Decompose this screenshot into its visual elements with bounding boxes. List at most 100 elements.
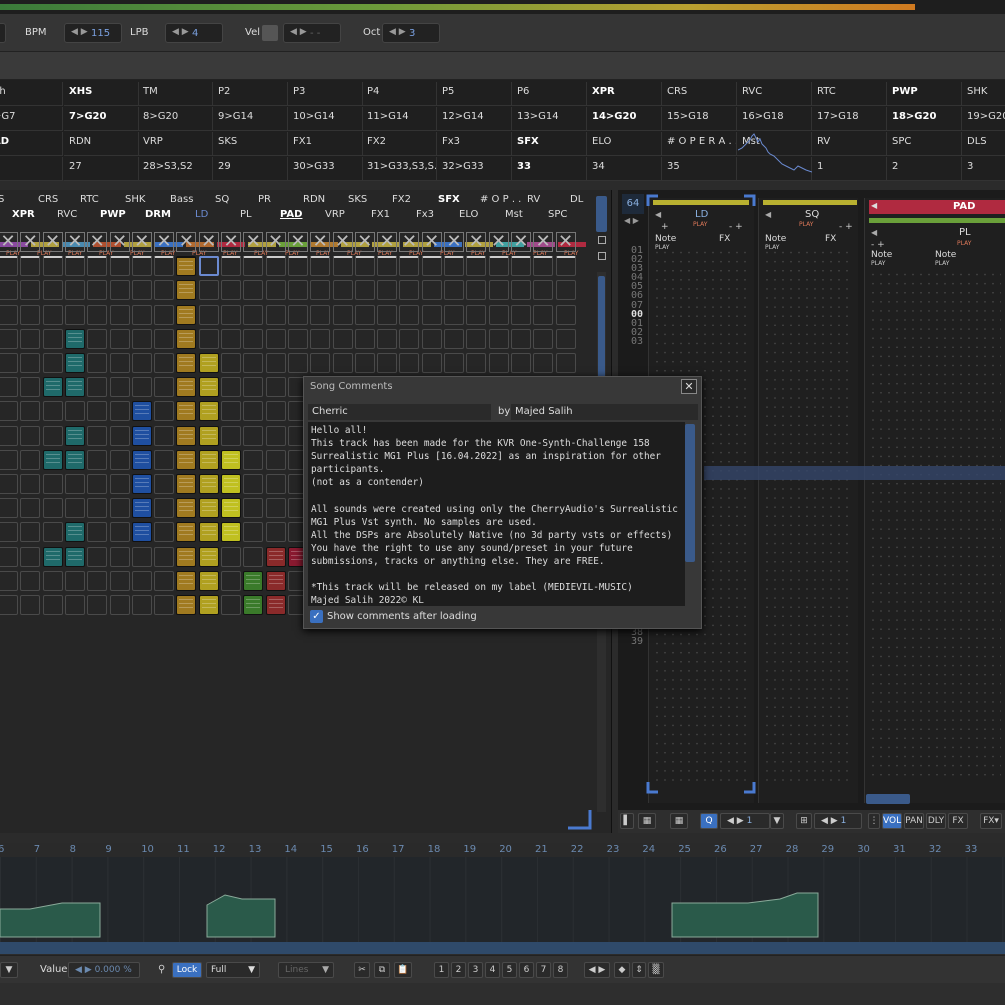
matrix-track-name[interactable]: RV	[527, 194, 540, 205]
pattern-slot[interactable]	[131, 426, 152, 446]
velocity-field[interactable]: ◀ ▶ - -	[283, 23, 341, 43]
comments-scrollbar[interactable]	[685, 424, 695, 562]
pattern-slot[interactable]	[109, 329, 130, 349]
stepper-arrows-icon[interactable]: ◀ ▶	[75, 965, 95, 975]
pattern-slot[interactable]	[20, 571, 41, 591]
pattern-slot[interactable]	[109, 256, 130, 276]
pattern-slot[interactable]	[221, 280, 241, 300]
mute-slot[interactable]: ✕	[310, 232, 331, 252]
pattern-slot[interactable]	[221, 450, 241, 470]
header-cell-row3[interactable]: RV	[812, 132, 887, 156]
mute-slot[interactable]: ✕	[488, 232, 509, 252]
cut-icon[interactable]: ✂	[354, 962, 370, 978]
header-cell-row2[interactable]: 18>G20	[887, 107, 962, 131]
pattern-slot[interactable]	[64, 571, 85, 591]
comments-textarea[interactable]: Hello all! This track has been made for …	[308, 422, 685, 606]
pattern-slot[interactable]	[87, 474, 108, 494]
pattern-slot[interactable]	[154, 474, 175, 494]
edit-step-icon[interactable]: ⊞	[796, 813, 812, 829]
pattern-slot[interactable]	[421, 280, 442, 300]
pattern-slot[interactable]	[265, 522, 286, 542]
pattern-slot[interactable]	[265, 547, 286, 567]
pattern-slot[interactable]	[64, 522, 85, 542]
bpm-field[interactable]: ◀ ▶ 115	[64, 23, 122, 43]
header-cell-row1[interactable]: P4	[362, 82, 437, 106]
pattern-slot[interactable]	[221, 426, 241, 446]
pattern-slot[interactable]	[20, 547, 41, 567]
pattern-slot[interactable]	[109, 474, 130, 494]
subtrack-name-pl[interactable]: PL	[959, 227, 971, 238]
pattern-slot[interactable]	[87, 353, 108, 373]
pattern-slot[interactable]	[154, 329, 175, 349]
pattern-slot[interactable]	[310, 305, 331, 325]
page-button[interactable]: 6	[519, 962, 534, 978]
pattern-slot[interactable]	[42, 353, 63, 373]
pattern-slot[interactable]	[87, 571, 108, 591]
stepper-arrows-icon[interactable]: ◀ ▶	[821, 816, 841, 826]
pattern-slot[interactable]	[154, 426, 175, 446]
pattern-slot[interactable]	[421, 305, 442, 325]
pattern-slot[interactable]	[42, 401, 63, 421]
sample-icon[interactable]: ▦	[638, 813, 656, 829]
pattern-slot[interactable]	[198, 547, 219, 567]
matrix-track-name[interactable]: PWP	[100, 209, 126, 220]
header-cell-row4[interactable]: 33	[512, 157, 587, 181]
pattern-slot[interactable]	[243, 353, 264, 373]
paste-icon[interactable]: 📋	[394, 962, 412, 978]
search-icon[interactable]: ⚲	[158, 964, 165, 975]
pattern-slot[interactable]	[64, 377, 85, 397]
pattern-slot[interactable]	[176, 474, 197, 494]
pattern-slot[interactable]	[243, 426, 264, 446]
dly-column-button[interactable]: DLY	[926, 813, 946, 829]
close-icon[interactable]: ✕	[681, 379, 697, 394]
matrix-track-name[interactable]: SHK	[125, 194, 145, 205]
track-name-sq[interactable]: SQ	[805, 209, 819, 220]
mute-slot[interactable]: ✕	[265, 232, 286, 252]
pattern-slot[interactable]	[109, 522, 130, 542]
header-cell-row4[interactable]: 32>G33	[437, 157, 512, 181]
matrix-track-name[interactable]: PR	[258, 194, 271, 205]
pattern-slot[interactable]	[20, 426, 41, 446]
pattern-slot[interactable]	[354, 305, 375, 325]
pattern-slot[interactable]	[243, 401, 264, 421]
pattern-slot[interactable]	[131, 474, 152, 494]
pattern-slot[interactable]	[421, 256, 442, 276]
pattern-slot[interactable]	[42, 256, 63, 276]
pattern-slot[interactable]	[444, 280, 464, 300]
edge-box[interactable]	[0, 23, 6, 43]
pattern-slot[interactable]	[42, 595, 63, 615]
pattern-slot[interactable]	[310, 353, 331, 373]
pattern-slot[interactable]	[176, 401, 197, 421]
header-cell-row1[interactable]: ph	[0, 82, 63, 106]
pattern-slot[interactable]	[20, 377, 41, 397]
pattern-slot[interactable]	[399, 256, 420, 276]
pattern-slot[interactable]	[533, 353, 554, 373]
pattern-slot[interactable]	[221, 256, 241, 276]
pattern-slot[interactable]	[332, 353, 353, 373]
pattern-slot[interactable]	[221, 522, 241, 542]
pattern-slot[interactable]	[265, 498, 286, 518]
pattern-slot[interactable]	[444, 256, 464, 276]
quantize-icon[interactable]: Q	[700, 813, 718, 829]
pattern-slot[interactable]	[287, 353, 308, 373]
matrix-track-name[interactable]: XPR	[12, 209, 35, 220]
pattern-slot[interactable]	[287, 256, 308, 276]
pattern-slot[interactable]	[198, 280, 219, 300]
pattern-slot[interactable]	[287, 280, 308, 300]
header-cell-row2[interactable]: 14>G20	[587, 107, 662, 131]
pattern-slot[interactable]	[0, 256, 18, 276]
pattern-slot[interactable]	[20, 280, 41, 300]
pattern-slot[interactable]	[0, 450, 18, 470]
header-cell-row3[interactable]: # O P E R A . .	[662, 132, 737, 156]
matrix-track-name[interactable]: RVC	[57, 209, 77, 220]
header-cell-row4[interactable]: 29	[213, 157, 288, 181]
matrix-track-name[interactable]: LD	[195, 209, 208, 220]
lines-count[interactable]: 64	[622, 194, 644, 214]
pattern-slot[interactable]	[42, 474, 63, 494]
mute-slot[interactable]: ✕	[0, 232, 18, 252]
stepper-arrows-icon[interactable]: ◀ ▶	[172, 27, 189, 37]
pattern-slot[interactable]	[131, 450, 152, 470]
header-cell-row2[interactable]: 17>G18	[812, 107, 887, 131]
pattern-slot[interactable]	[533, 256, 554, 276]
pattern-slot[interactable]	[42, 498, 63, 518]
